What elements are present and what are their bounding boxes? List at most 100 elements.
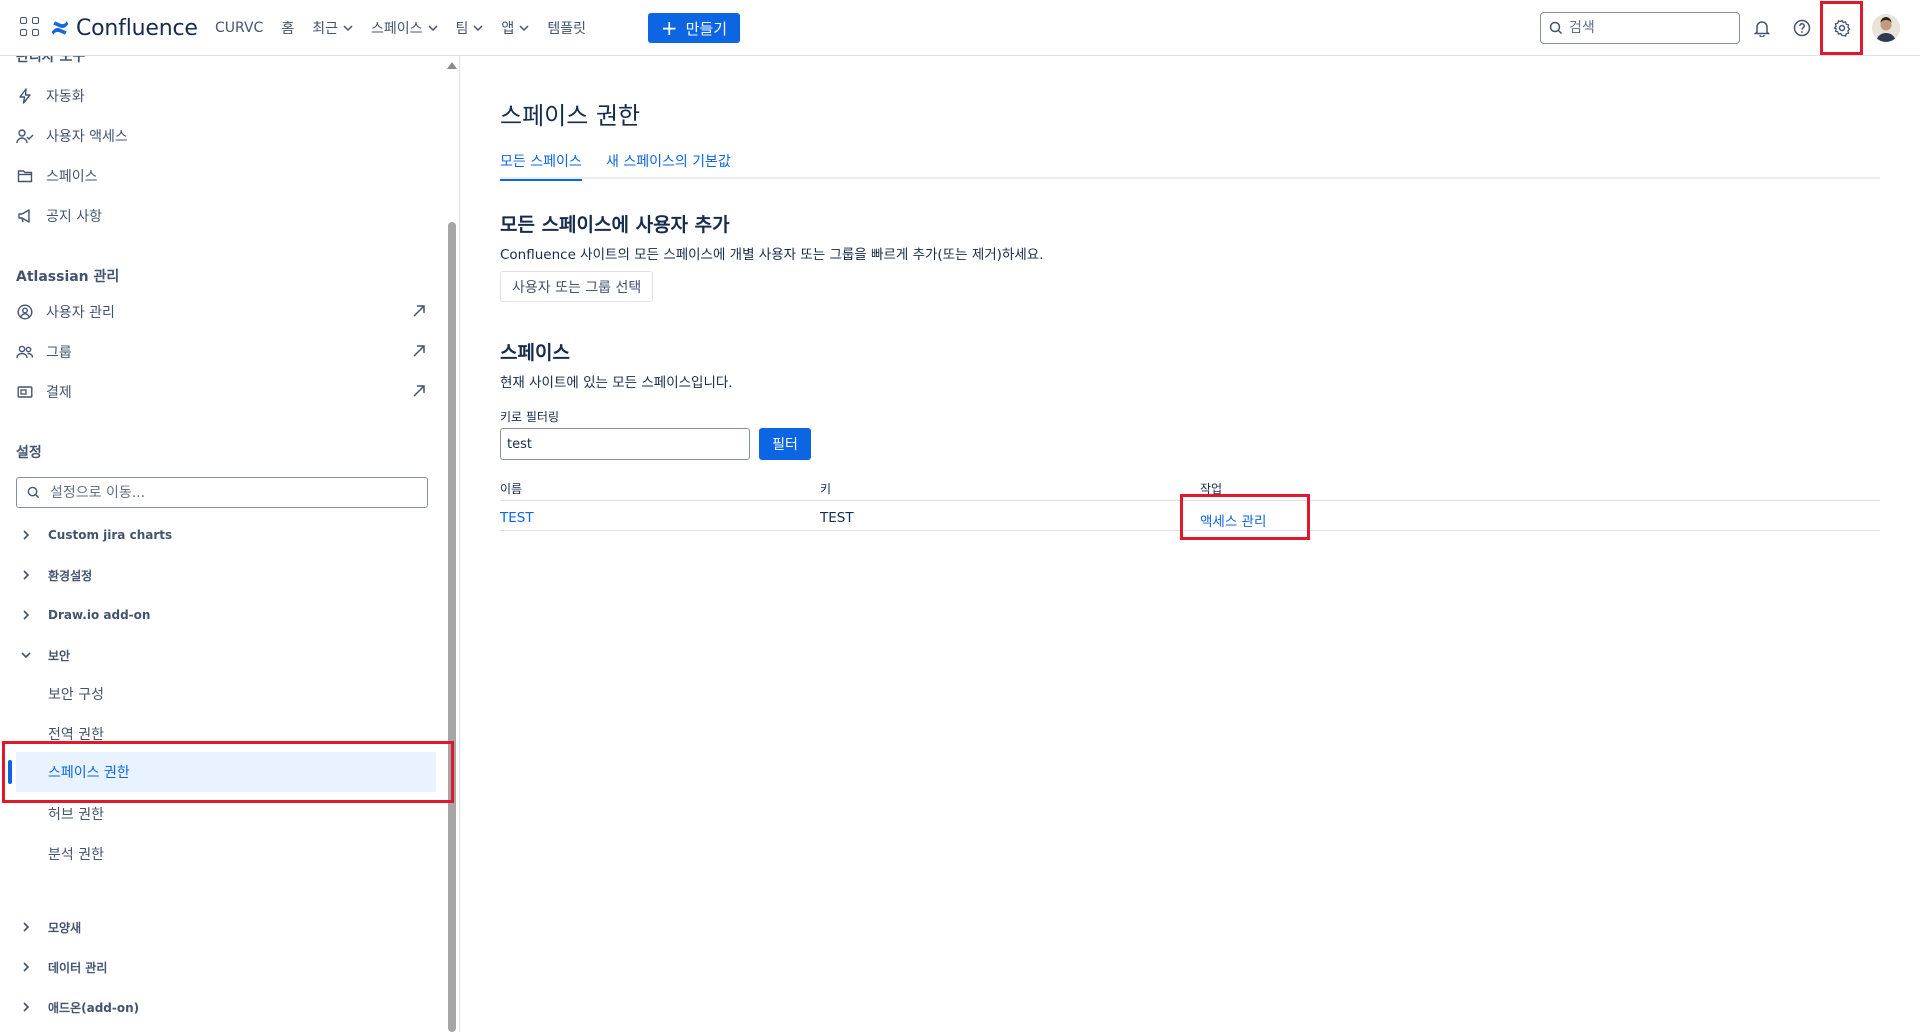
filter-by-key-label: 키로 필터링 (500, 410, 560, 424)
tree-item-label: Custom jira charts (48, 528, 173, 542)
tree-item-security[interactable]: 보안 (16, 640, 428, 670)
help-icon[interactable] (1790, 16, 1814, 40)
filter-button[interactable]: 필터 (759, 428, 811, 460)
chevron-right-icon[interactable] (16, 565, 36, 585)
chevron-down-icon[interactable] (16, 645, 36, 665)
space-key: TEST (820, 510, 854, 526)
scroll-up-arrow-icon[interactable] (447, 62, 457, 69)
create-label: 만들기 (685, 19, 728, 38)
sidebar-item-user-access[interactable]: 사용자 액세스 (16, 118, 428, 154)
user-access-icon (16, 127, 34, 145)
confluence-logo-icon (51, 21, 69, 35)
sidebar-item-label: 분석 권한 (48, 847, 104, 863)
page-title: 스페이스 권한 (500, 102, 641, 130)
sidebar-item-automation[interactable]: 자동화 (16, 78, 428, 114)
settings-search[interactable] (16, 477, 428, 508)
app-switcher-icon[interactable] (20, 17, 40, 37)
sidebar-item-security-config[interactable]: 보안 구성 (16, 674, 436, 714)
nav-items: CURVC 홈 최근 스페이스 팀 앱 템플릿 (215, 0, 604, 56)
nav-home-label: 홈 (281, 21, 295, 37)
logo-text: Confluence (76, 15, 198, 41)
sidebar-item-billing[interactable]: 결제 (16, 374, 428, 410)
sidebar-item-label: 사용자 액세스 (46, 129, 128, 145)
add-users-section-desc: Confluence 사이트의 모든 스페이스에 개별 사용자 또는 그룹을 빠… (500, 247, 1044, 263)
tree-item-data-management[interactable]: 데이터 관리 (16, 952, 428, 982)
person-circle-icon (16, 303, 34, 321)
tree-item-drawio[interactable]: Draw.io add-on (16, 600, 428, 630)
nav-spaces-label: 스페이스 (371, 21, 423, 37)
global-search-input[interactable] (1569, 20, 1729, 36)
tab-all-spaces[interactable]: 모든 스페이스 (500, 151, 582, 181)
filter-by-key-input[interactable] (500, 428, 750, 460)
sidebar-scrollbar-thumb[interactable] (448, 222, 456, 1032)
column-header-name: 이름 (500, 482, 523, 496)
tree-item-look-and-feel[interactable]: 모양새 (16, 912, 428, 942)
confluence-logo[interactable]: Confluence (50, 14, 198, 42)
atlassian-admin-heading: Atlassian 관리 (16, 269, 120, 285)
table-header-divider (500, 500, 1880, 501)
chevron-right-icon[interactable] (16, 917, 36, 937)
sidebar-item-analytics-permissions[interactable]: 분석 권한 (16, 834, 436, 874)
table-row-divider (500, 530, 1880, 531)
tree-item-preferences[interactable]: 환경설정 (16, 560, 428, 590)
sidebar-item-label: 보안 구성 (48, 687, 104, 703)
sidebar-item-global-permissions[interactable]: 전역 권한 (16, 714, 436, 754)
settings-search-input[interactable] (50, 484, 410, 501)
sidebar-item-spaces[interactable]: 스페이스 (16, 158, 428, 194)
tab-new-space-defaults[interactable]: 새 스페이스의 기본값 (606, 151, 731, 179)
external-link-icon (413, 385, 425, 397)
tree-item-label: 모양새 (48, 920, 82, 935)
create-button[interactable]: + 만들기 (648, 13, 740, 43)
nav-recent[interactable]: 최근 (312, 18, 353, 38)
column-header-action: 작업 (1200, 482, 1223, 496)
nav-curvc[interactable]: CURVC (215, 20, 263, 36)
sidebar-item-announcements[interactable]: 공지 사항 (16, 198, 428, 234)
space-name-link[interactable]: TEST (500, 510, 534, 526)
chevron-right-icon[interactable] (16, 605, 36, 625)
tree-item-label: 애드온(add-on) (48, 1000, 140, 1015)
top-navigation: Confluence CURVC 홈 최근 스페이스 팀 앱 템플릿 + 만들기 (0, 0, 1920, 56)
chevron-right-icon[interactable] (16, 997, 36, 1017)
people-icon (16, 343, 34, 361)
sidebar-item-user-management[interactable]: 사용자 관리 (16, 294, 428, 330)
sidebar-item-label: 결제 (46, 385, 72, 401)
tree-item-label: 환경설정 (48, 568, 93, 583)
settings-heading: 설정 (16, 445, 42, 461)
chevron-down-icon (473, 25, 483, 32)
select-user-or-group-button[interactable]: 사용자 또는 그룹 선택 (500, 271, 654, 302)
settings-gear-icon[interactable] (1830, 16, 1854, 40)
tree-item-add-ons[interactable]: 애드온(add-on) (16, 992, 428, 1022)
manage-access-link[interactable]: 액세스 관리 (1200, 510, 1266, 530)
megaphone-icon (16, 207, 34, 225)
notifications-icon[interactable] (1750, 16, 1774, 40)
chevron-down-icon (343, 25, 353, 32)
sidebar-item-hub-permissions[interactable]: 허브 권한 (16, 794, 436, 834)
nav-templates-label: 템플릿 (547, 21, 586, 37)
sidebar-item-groups[interactable]: 그룹 (16, 334, 428, 370)
chevron-right-icon[interactable] (16, 525, 36, 545)
sidebar-item-label: 자동화 (46, 89, 85, 105)
chevron-down-icon (519, 25, 529, 32)
nav-apps-label: 앱 (501, 21, 515, 37)
sidebar-item-label: 허브 권한 (48, 807, 104, 823)
nav-spaces[interactable]: 스페이스 (371, 18, 438, 38)
tab-bar: 모든 스페이스 새 스페이스의 기본값 (500, 151, 1880, 181)
nav-teams[interactable]: 팀 (456, 18, 484, 38)
sidebar-item-label: 사용자 관리 (46, 305, 115, 321)
avatar[interactable] (1872, 14, 1900, 42)
nav-teams-label: 팀 (455, 21, 469, 37)
sidebar-item-label: 공지 사항 (46, 209, 102, 225)
global-search[interactable] (1540, 12, 1740, 44)
nav-apps[interactable]: 앱 (501, 18, 529, 38)
sidebar-item-label: 그룹 (46, 345, 72, 361)
sidebar-item-space-permissions[interactable]: 스페이스 권한 (8, 752, 436, 792)
tree-item-custom-jira-charts[interactable]: Custom jira charts (16, 520, 428, 550)
sidebar-item-label: 스페이스 권한 (48, 765, 130, 781)
chevron-right-icon[interactable] (16, 957, 36, 977)
external-link-icon (413, 305, 425, 317)
nav-home[interactable]: 홈 (281, 18, 294, 38)
column-header-key: 키 (820, 482, 832, 496)
nav-templates[interactable]: 템플릿 (547, 18, 586, 38)
add-users-section-title: 모든 스페이스에 사용자 추가 (500, 214, 730, 236)
sidebar-item-label: 스페이스 (46, 169, 98, 185)
